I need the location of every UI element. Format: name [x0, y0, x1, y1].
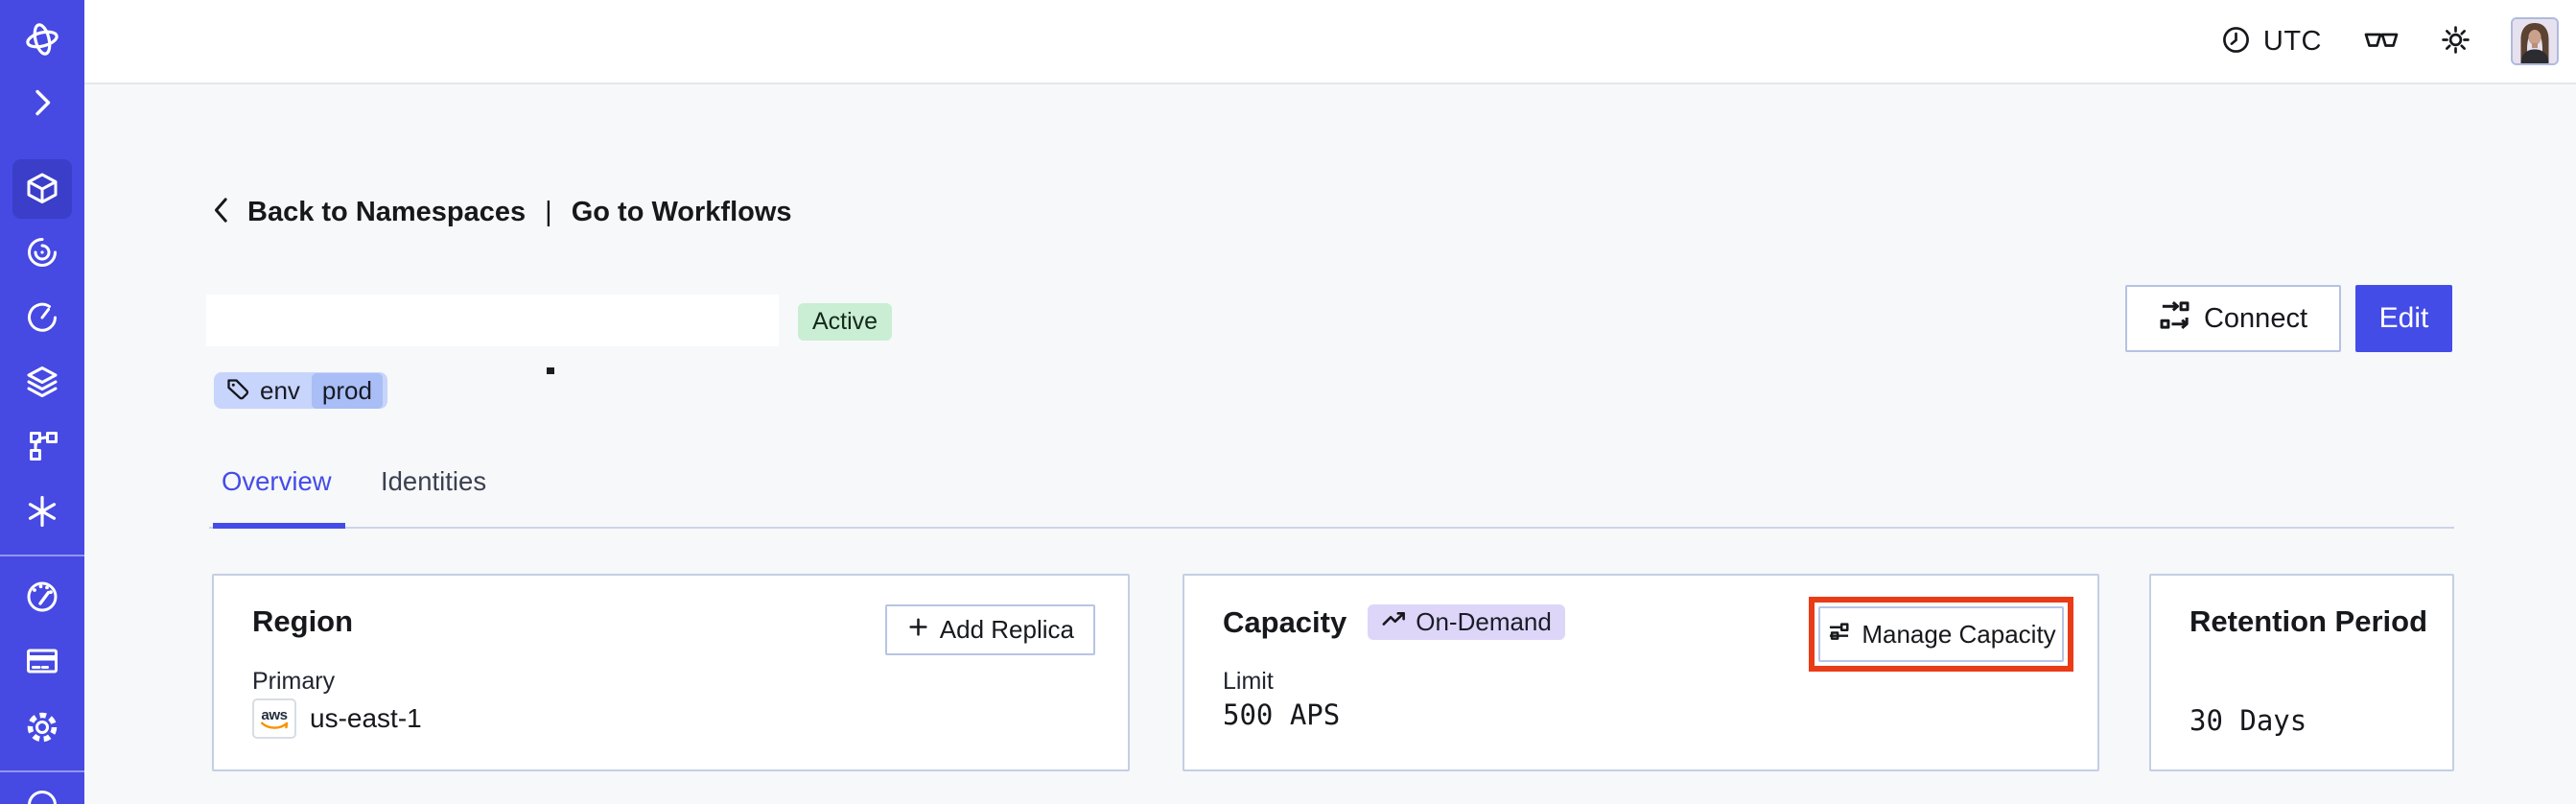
retention-card: Retention Period 30 Days [2149, 574, 2454, 771]
plus-icon [906, 615, 930, 646]
layers-icon [21, 361, 63, 406]
sidebar-item-nexus[interactable] [21, 491, 63, 533]
clock-icon [2221, 25, 2251, 58]
breadcrumb: Back to Namespaces | Go to Workflows [209, 192, 792, 232]
tag-icon [225, 376, 250, 406]
redaction-artifact [547, 367, 554, 374]
sidebar-item-schedules[interactable] [21, 297, 63, 340]
sidebar-item-logo[interactable] [21, 19, 63, 61]
tab-overview[interactable]: Overview [222, 466, 332, 497]
sliders-icon [1826, 618, 1852, 650]
breadcrumb-separator: | [545, 196, 552, 227]
aws-logo: aws [252, 698, 296, 739]
tag-key: env [260, 375, 300, 405]
branch-nodes-icon [21, 425, 63, 470]
namespace-tag-chip: env prod [214, 372, 387, 409]
theme-toggle-button[interactable] [2441, 25, 2471, 58]
retention-card-header: Retention Period [2190, 604, 2427, 639]
trending-up-icon [1381, 606, 1407, 639]
tag-value: prod [311, 372, 383, 409]
top-bar: UTC [84, 0, 2576, 84]
gear-icon [21, 706, 63, 751]
primary-label: Primary [252, 668, 336, 695]
region-card-title: Region [252, 604, 354, 638]
capacity-value-row: 500 APS [1223, 698, 1340, 731]
clock-arrow-icon [21, 296, 63, 342]
region-value-row: aws us-east-1 [252, 698, 422, 739]
sidebar-expand-button[interactable] [21, 83, 63, 125]
capacity-card-title: Capacity [1223, 604, 1347, 639]
partial-circle-icon [21, 784, 63, 804]
sidebar-item-settings[interactable] [21, 707, 63, 749]
top-bar-actions: UTC [2221, 0, 2559, 83]
red-highlight-box: Manage Capacity [1809, 597, 2073, 672]
edit-button[interactable]: Edit [2355, 285, 2452, 352]
tab-active-indicator [213, 523, 345, 529]
sidebar-item-billing[interactable] [21, 641, 63, 683]
retention-card-title: Retention Period [2190, 604, 2428, 638]
timezone-label: UTC [2262, 25, 2322, 57]
retention-value: 30 Days [2190, 704, 2307, 737]
connect-button-label: Connect [2203, 302, 2307, 334]
sidebar-item-spiral[interactable] [21, 232, 63, 274]
connect-button[interactable]: Connect [2125, 285, 2341, 352]
chevron-left-icon[interactable] [209, 194, 234, 231]
on-demand-badge-label: On-Demand [1416, 607, 1552, 636]
edit-button-label: Edit [2378, 302, 2429, 334]
user-avatar[interactable] [2511, 17, 2559, 65]
tab-identities[interactable]: Identities [381, 466, 486, 497]
tabs-underline [209, 527, 2454, 529]
capacity-card: Capacity On-Demand Manage Capacity Limit… [1183, 574, 2099, 771]
sidebar-item-layers[interactable] [21, 362, 63, 404]
breadcrumb-workflows-link[interactable]: Go to Workflows [572, 197, 792, 228]
manage-capacity-label: Manage Capacity [1862, 619, 2056, 649]
add-replica-button[interactable]: Add Replica [884, 604, 1095, 655]
accessibility-button[interactable] [2362, 26, 2400, 57]
temporal-cloud-namespace-page: UTC Back to Namespaces | Go to Workflows… [0, 0, 2576, 804]
sidebar-nav [0, 0, 84, 804]
timezone-button[interactable]: UTC [2221, 25, 2322, 58]
sidebar-divider [0, 555, 84, 556]
credit-card-icon [21, 640, 63, 685]
spiral-eye-icon [21, 231, 63, 276]
breadcrumb-back-link[interactable]: Back to Namespaces [247, 197, 526, 228]
on-demand-badge: On-Demand [1368, 604, 1565, 640]
temporal-logo-icon [21, 18, 63, 63]
connect-flow-icon [2159, 299, 2190, 339]
cube-icon [21, 167, 63, 212]
asterisk-icon [21, 490, 63, 535]
aws-logo-text: aws [261, 707, 287, 723]
glasses-icon [2362, 26, 2400, 57]
sun-icon [2441, 25, 2471, 58]
capacity-value: 500 APS [1223, 698, 1341, 731]
sidebar-divider-bottom [0, 770, 84, 772]
status-badge: Active [798, 303, 893, 341]
add-replica-label: Add Replica [939, 615, 1074, 644]
capacity-card-header: Capacity On-Demand [1223, 604, 1565, 640]
sidebar-item-pipeline[interactable] [21, 426, 63, 468]
region-card: Region Add Replica Primary aws us-east-1 [212, 574, 1130, 771]
region-value: us-east-1 [310, 703, 422, 733]
gauge-icon [21, 576, 63, 621]
sidebar-item-usage[interactable] [21, 577, 63, 619]
manage-capacity-button[interactable]: Manage Capacity [1818, 606, 2064, 662]
sidebar-item-support[interactable] [21, 785, 63, 804]
region-card-header: Region [252, 604, 353, 639]
chevron-right-icon [21, 82, 63, 127]
namespace-title-redacted [206, 295, 779, 346]
sidebar-item-namespaces[interactable] [21, 168, 63, 210]
limit-label: Limit [1223, 668, 1274, 695]
